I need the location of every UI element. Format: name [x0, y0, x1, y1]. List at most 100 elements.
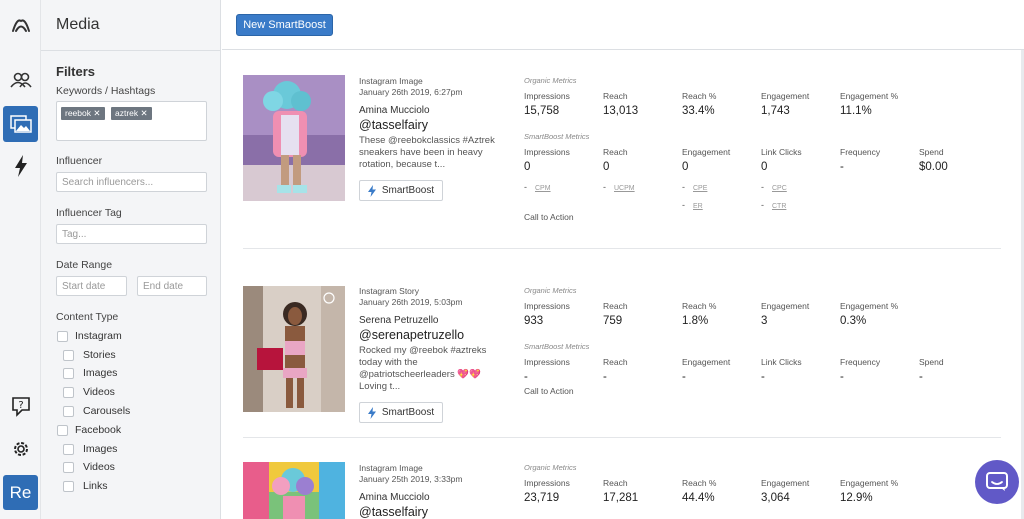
- svg-text:?: ?: [18, 400, 23, 411]
- metric-label: Engagement %: [840, 478, 899, 488]
- metric-value: -: [682, 371, 686, 383]
- influencer-handle[interactable]: @tasselfairy: [359, 505, 509, 519]
- chat-launcher-button[interactable]: [975, 460, 1019, 504]
- metric-value: 3,064: [761, 492, 790, 504]
- images-checkbox[interactable]: [63, 368, 74, 379]
- post-type: Instagram Story: [359, 286, 419, 296]
- metric-value: 0: [682, 161, 689, 173]
- post-caption: Rocked my @reebok #aztreks today with th…: [359, 345, 487, 392]
- metric-label: Frequency: [840, 147, 881, 157]
- settings-icon[interactable]: [0, 431, 41, 467]
- start-date-input[interactable]: Start date: [56, 276, 127, 296]
- influencer-handle[interactable]: @serenapetruzello: [359, 328, 509, 342]
- influencer-search-input[interactable]: Search influencers...: [56, 172, 207, 192]
- influencer-name[interactable]: Amina Mucciolo: [359, 492, 509, 503]
- metric-value: 1.8%: [682, 315, 709, 327]
- main-content: New SmartBoost Instagram Image January 2…: [222, 0, 1024, 519]
- carousels-label: Carousels: [83, 405, 131, 417]
- account-avatar[interactable]: Re: [3, 475, 38, 510]
- metric-value: 933: [524, 315, 544, 327]
- boost-icon[interactable]: [0, 148, 41, 184]
- tag-input[interactable]: Tag...: [56, 224, 207, 244]
- metric-value: 13,013: [603, 105, 639, 117]
- smartboost-button[interactable]: SmartBoost: [359, 180, 443, 201]
- metric-label: Reach %: [682, 478, 717, 488]
- influencer-tag-label: Influencer Tag: [56, 207, 122, 219]
- videos-checkbox[interactable]: [63, 387, 74, 398]
- influencer-name[interactable]: Serena Petruzello: [359, 315, 509, 326]
- metric-label: Reach: [603, 478, 628, 488]
- post-date: January 26th 2019, 5:03pm: [359, 297, 463, 307]
- nav-rail: ? Re: [0, 0, 41, 519]
- metric-label: Reach: [603, 147, 628, 157]
- call-to-action-label: Call to Action: [524, 386, 574, 396]
- stories-checkbox[interactable]: [63, 350, 74, 361]
- metric-value: 33.4%: [682, 105, 715, 117]
- cpm-submetric: - CPM: [524, 182, 551, 192]
- help-icon[interactable]: ?: [0, 388, 41, 424]
- metric-value: 1,743: [761, 105, 790, 117]
- instagram-label: Instagram: [75, 330, 122, 342]
- metric-label: Reach %: [682, 301, 717, 311]
- instagram-checkbox[interactable]: [57, 331, 68, 342]
- metric-label: Link Clicks: [761, 147, 802, 157]
- ctr-submetric: - CTR: [761, 200, 787, 210]
- influencer-name[interactable]: Amina Mucciolo: [359, 105, 509, 116]
- media-icon[interactable]: [3, 106, 38, 142]
- keywords-label: Keywords / Hashtags: [56, 85, 156, 97]
- carousels-checkbox[interactable]: [63, 406, 74, 417]
- metric-value: 3: [761, 315, 768, 327]
- ucpm-submetric: - UCPM: [603, 182, 635, 192]
- fb-videos-checkbox[interactable]: [63, 462, 74, 473]
- metric-value: $0.00: [919, 161, 948, 173]
- keywords-input[interactable]: reebok ✕ aztrek ✕: [56, 101, 207, 141]
- metric-label: Impressions: [524, 478, 570, 488]
- post-meta: Instagram Image January 26th 2019, 6:27p…: [359, 76, 509, 171]
- metric-label: Engagement: [682, 357, 731, 367]
- post-thumbnail[interactable]: [243, 462, 345, 519]
- fb-links-checkbox[interactable]: [63, 481, 74, 492]
- metric-value: 17,281: [603, 492, 639, 504]
- metric-label: Link Clicks: [761, 357, 802, 367]
- metric-value: 44.4%: [682, 492, 715, 504]
- fb-images-checkbox[interactable]: [63, 444, 74, 455]
- remove-tag-icon[interactable]: ✕: [93, 108, 100, 118]
- metric-label: Engagement: [682, 147, 731, 157]
- organic-metrics-label: Organic Metrics: [524, 286, 577, 295]
- end-date-input[interactable]: End date: [137, 276, 207, 296]
- post-thumbnail[interactable]: [243, 75, 345, 201]
- metric-value: -: [761, 371, 765, 383]
- metric-value: 11.1%: [840, 105, 872, 117]
- tag-chip[interactable]: aztrek ✕: [111, 107, 152, 120]
- facebook-label: Facebook: [75, 424, 122, 436]
- metric-value: 15,758: [524, 105, 560, 117]
- remove-tag-icon[interactable]: ✕: [141, 108, 148, 118]
- smartboost-metrics-label: SmartBoost Metrics: [524, 132, 590, 141]
- metric-label: Impressions: [524, 301, 570, 311]
- boost-icon: [367, 184, 376, 197]
- facebook-checkbox[interactable]: [57, 425, 68, 436]
- cpe-submetric: - CPE: [682, 182, 708, 192]
- metric-label: Reach: [603, 357, 628, 367]
- tag-chip[interactable]: reebok ✕: [61, 107, 105, 120]
- fb-links-label: Links: [83, 480, 108, 492]
- metric-label: Engagement %: [840, 91, 899, 101]
- metric-label: Impressions: [524, 357, 570, 367]
- influencers-icon[interactable]: [0, 62, 41, 98]
- page-title: Media: [56, 16, 100, 33]
- er-submetric: - ER: [682, 200, 703, 210]
- smartboost-metrics-label: SmartBoost Metrics: [524, 342, 590, 351]
- filters-heading: Filters: [56, 64, 96, 79]
- post-type: Instagram Image: [359, 463, 423, 473]
- smartboost-button[interactable]: SmartBoost: [359, 402, 443, 423]
- post-date: January 25th 2019, 3:33pm: [359, 474, 463, 484]
- metric-label: Spend: [919, 147, 944, 157]
- influencer-handle[interactable]: @tasselfairy: [359, 118, 509, 132]
- metric-value: -: [840, 371, 844, 383]
- divider: [41, 50, 221, 51]
- new-smartboost-button[interactable]: New SmartBoost: [236, 14, 333, 36]
- metric-label: Frequency: [840, 357, 881, 367]
- logo-icon[interactable]: [0, 7, 41, 43]
- fb-images-label: Images: [83, 443, 118, 455]
- post-thumbnail[interactable]: [243, 286, 345, 412]
